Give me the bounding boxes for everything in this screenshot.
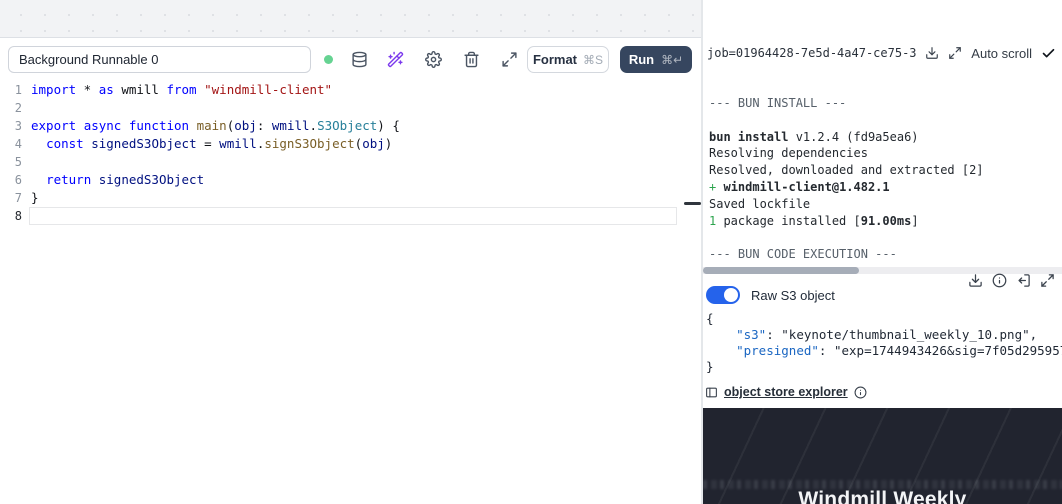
- text-line: return signedS3Object: [31, 171, 400, 189]
- status-dot: [324, 55, 333, 64]
- text-line: [31, 99, 400, 117]
- object-store-explorer-row: object store explorer: [705, 385, 867, 399]
- result-json: { "s3": "keynote/thumbnail_weekly_10.png…: [706, 311, 1062, 375]
- open-drawer-icon[interactable]: [1016, 273, 1031, 288]
- code-editor[interactable]: import * as wmill from "windmill-client"…: [31, 81, 400, 225]
- text-line: Saved lockfile: [709, 196, 1062, 213]
- text-line: 4: [0, 135, 22, 153]
- expand-result-icon[interactable]: [1040, 273, 1055, 288]
- script-editor-panel: Format ⌘S Run ⌘↵ 12345678 import * as wm…: [0, 37, 701, 504]
- text-line: --- BUN CODE EXECUTION ---: [709, 246, 1062, 263]
- download-result-icon[interactable]: [968, 273, 983, 288]
- text-line: 2: [0, 99, 22, 117]
- job-result-panel: job=01964428-7e5d-4a47-ce75-3fae4 Auto s…: [703, 0, 1062, 504]
- database-icon[interactable]: [349, 49, 369, 69]
- run-button[interactable]: Run ⌘↵: [620, 46, 692, 73]
- toggle-knob: [724, 288, 738, 302]
- text-line: 1: [0, 81, 22, 99]
- scrollbar-thumb[interactable]: [703, 267, 859, 274]
- auto-scroll-checkbox[interactable]: [1041, 46, 1056, 61]
- ai-wand-icon[interactable]: [385, 49, 405, 69]
- text-line: {: [706, 311, 1062, 327]
- text-line: --- BUN INSTALL ---: [709, 95, 1062, 112]
- text-line: 1 package installed [91.00ms]: [709, 213, 1062, 230]
- format-button[interactable]: Format ⌘S: [527, 46, 609, 73]
- text-line: [709, 112, 1062, 129]
- text-line: [31, 207, 400, 225]
- job-header-row: job=01964428-7e5d-4a47-ce75-3fae4 Auto s…: [707, 44, 1056, 62]
- raw-s3-toggle-label: Raw S3 object: [751, 288, 835, 303]
- text-line: "presigned": "exp=1744943426&sig=7f05d29…: [706, 343, 1062, 359]
- text-line: const signedS3Object = wmill.signS3Objec…: [31, 135, 400, 153]
- format-button-label: Format: [533, 52, 577, 67]
- runnable-name-input[interactable]: [8, 46, 311, 73]
- text-line: }: [706, 359, 1062, 375]
- text-line: }: [31, 189, 400, 207]
- text-line: Resolving dependencies: [709, 145, 1062, 162]
- raw-s3-toggle[interactable]: [706, 286, 740, 304]
- download-logs-icon[interactable]: [925, 46, 939, 60]
- panel-left-icon: [705, 386, 718, 399]
- job-id: job=01964428-7e5d-4a47-ce75-3fae4: [707, 46, 916, 60]
- text-line: 8: [0, 207, 22, 225]
- text-line: import * as wmill from "windmill-client": [31, 81, 400, 99]
- text-line: 5: [0, 153, 22, 171]
- raw-s3-toggle-row: Raw S3 object: [706, 286, 835, 304]
- editor-line-numbers: 12345678: [0, 81, 22, 225]
- text-line: [31, 153, 400, 171]
- result-info-icon[interactable]: [992, 273, 1007, 288]
- text-line: + windmill-client@1.482.1: [709, 179, 1062, 196]
- text-line: 7: [0, 189, 22, 207]
- object-store-explorer-link[interactable]: object store explorer: [724, 385, 848, 399]
- run-button-label: Run: [629, 52, 654, 67]
- format-shortcut: ⌘S: [583, 53, 603, 67]
- text-line: 6: [0, 171, 22, 189]
- text-line: export async function main(obj: wmill.S3…: [31, 117, 400, 135]
- expand-editor-icon[interactable]: [499, 49, 519, 69]
- explorer-info-icon[interactable]: [854, 386, 867, 399]
- panel-resize-handle[interactable]: [684, 202, 701, 205]
- preview-title: Windmill Weekly: [703, 488, 1062, 504]
- expand-logs-icon[interactable]: [948, 46, 962, 60]
- job-log-output: --- BUN INSTALL --- bun install v1.2.4 (…: [709, 95, 1062, 263]
- run-shortcut: ⌘↵: [661, 53, 683, 67]
- s3-image-preview: Windmill Weekly: [703, 408, 1062, 504]
- text-line: 3: [0, 117, 22, 135]
- auto-scroll-label: Auto scroll: [971, 46, 1032, 61]
- result-toolbar: [968, 273, 1055, 288]
- text-line: bun install v1.2.4 (fd9a5ea6): [709, 129, 1062, 146]
- text-line: Resolved, downloaded and extracted [2]: [709, 162, 1062, 179]
- gear-icon[interactable]: [423, 49, 443, 69]
- text-line: "s3": "keynote/thumbnail_weekly_10.png",: [706, 327, 1062, 343]
- trash-icon[interactable]: [461, 49, 481, 69]
- text-line: [709, 229, 1062, 246]
